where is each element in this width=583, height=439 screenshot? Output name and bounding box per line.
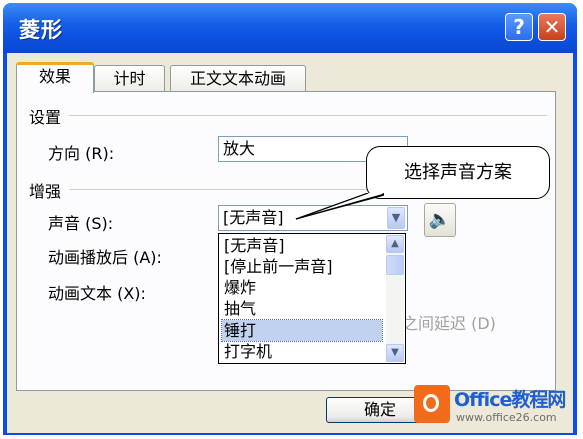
list-item[interactable]: 抽气	[222, 298, 382, 319]
list-item[interactable]: 打字机	[222, 341, 382, 362]
list-item[interactable]: [无声音]	[222, 235, 382, 256]
chevron-down-icon[interactable]: ▼	[387, 207, 405, 229]
dropdown-scrollbar[interactable]: ▲ ▼	[386, 235, 404, 362]
speaker-icon[interactable]: 🔈	[424, 203, 456, 237]
watermark-brand: Office教程网	[454, 389, 566, 411]
dialog-window: 菱形 ? ✕ 效果 计时 正文文本动画 设置 方向 (R): 放大 增强 声音 …	[3, 3, 577, 435]
watermark-url: www.office26.com	[456, 411, 557, 424]
dialog-body: 效果 计时 正文文本动画 设置 方向 (R): 放大 增强 声音 (S): [无…	[7, 53, 573, 433]
animate-text-label: 动画文本 (X):	[48, 284, 146, 303]
callout-pointer	[295, 193, 384, 220]
window-title: 菱形	[19, 18, 63, 42]
tab-timing[interactable]: 计时	[94, 65, 165, 93]
callout-bubble: 选择声音方案	[366, 146, 550, 199]
close-button[interactable]: ✕	[538, 13, 566, 41]
tab-text-animation[interactable]: 正文文本动画	[170, 65, 306, 93]
sound-value: [无声音]	[223, 208, 284, 227]
help-button[interactable]: ?	[505, 13, 533, 41]
after-animation-label: 动画播放后 (A):	[48, 248, 162, 267]
title-bar[interactable]: 菱形 ? ✕	[3, 3, 577, 53]
direction-label: 方向 (R):	[48, 144, 115, 163]
list-item-selected[interactable]: 锤打	[221, 319, 383, 342]
office-logo-icon	[414, 385, 450, 423]
direction-value: 放大	[223, 139, 256, 158]
sound-label: 声音 (S):	[48, 214, 114, 233]
list-item[interactable]: [停止前一声音]	[222, 256, 382, 277]
scroll-up-icon[interactable]: ▲	[386, 235, 404, 253]
group-enhance-label: 增强	[29, 182, 62, 201]
sound-dropdown-list[interactable]: [无声音] [停止前一声音] 爆炸 抽气 锤打 打字机 ▲ ▼	[218, 233, 406, 364]
scroll-thumb[interactable]	[386, 255, 404, 275]
tab-effect[interactable]: 效果	[16, 62, 94, 93]
delay-label: 之间延迟 (D)	[402, 314, 496, 333]
group-settings-divider	[69, 115, 547, 116]
group-settings-label: 设置	[29, 108, 62, 127]
group-enhance-divider	[69, 189, 369, 190]
watermark: Office教程网 www.office26.com	[414, 383, 579, 437]
scroll-down-icon[interactable]: ▼	[386, 344, 404, 362]
list-item[interactable]: 爆炸	[222, 277, 382, 298]
